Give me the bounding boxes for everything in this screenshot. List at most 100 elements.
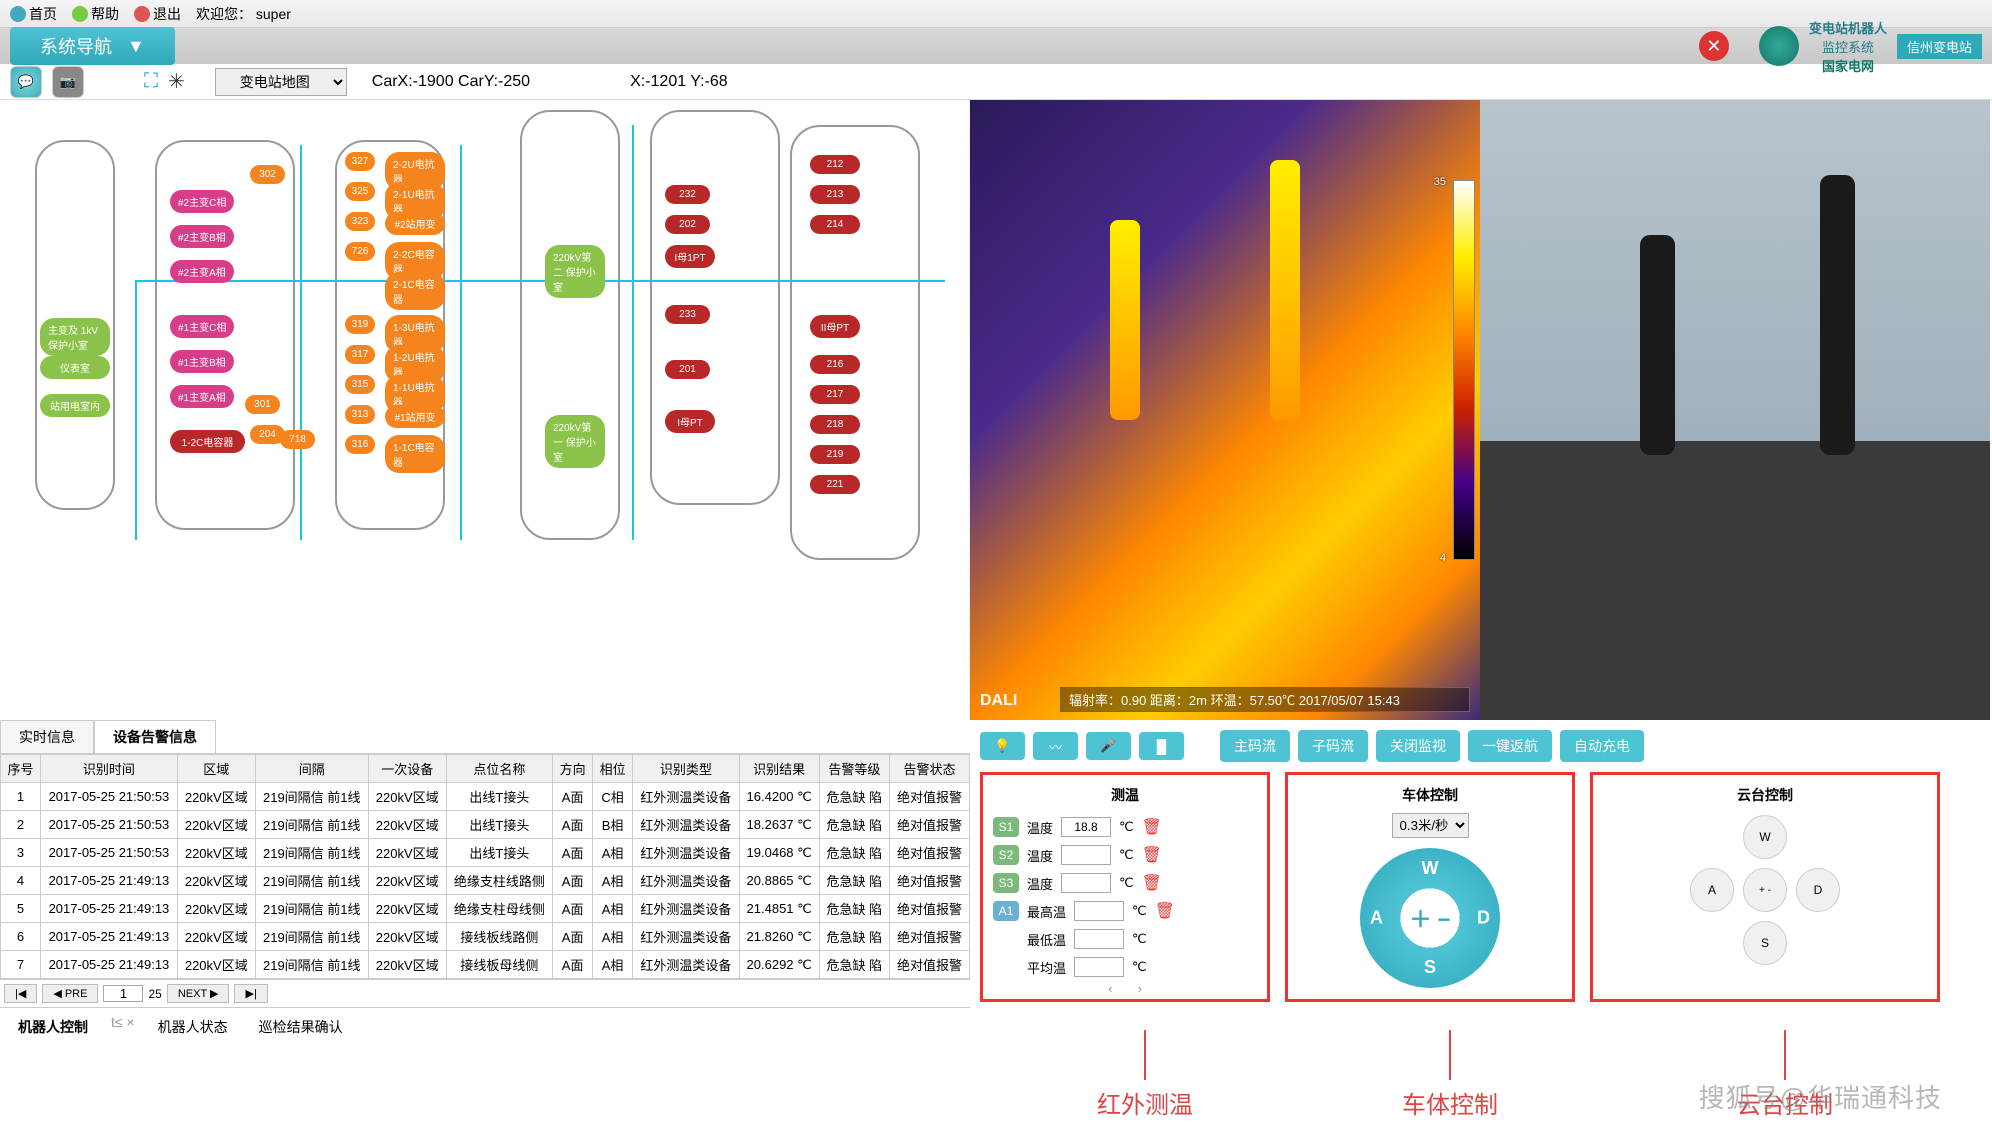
map-node[interactable]: I母PT <box>665 410 715 433</box>
map-node[interactable]: 313 <box>345 405 375 424</box>
compass-icon[interactable]: ✳ <box>168 69 185 94</box>
map-node[interactable]: 323 <box>345 212 375 231</box>
close-button[interactable]: ✕ <box>1699 31 1729 61</box>
map-node[interactable]: 317 <box>345 345 375 364</box>
del-s1[interactable]: 🗑 <box>1142 817 1162 837</box>
wiper-icon[interactable]: 〰 <box>1033 732 1078 760</box>
ptz-up[interactable]: W <box>1743 815 1787 859</box>
map-node[interactable]: 仪表室 <box>40 356 110 379</box>
temp-avg[interactable] <box>1074 957 1124 977</box>
map-node[interactable]: #2主变C相 <box>170 190 234 213</box>
map-node[interactable]: 315 <box>345 375 375 394</box>
page-prev[interactable]: ◀ PRE <box>42 984 98 1003</box>
map-node[interactable]: 2-1C电容器 <box>385 272 445 310</box>
map-node[interactable]: 214 <box>810 215 860 234</box>
map-node[interactable]: 216 <box>810 355 860 374</box>
tool-bubble[interactable]: 💬 <box>10 66 42 98</box>
tool-camera[interactable]: 📷 <box>52 66 84 98</box>
map-node[interactable]: 319 <box>345 315 375 334</box>
map-node[interactable]: 316 <box>345 435 375 454</box>
table-row[interactable]: 42017-05-25 21:49:13220kV区域219间隔信 前1线220… <box>1 867 970 895</box>
map-node[interactable]: 217 <box>810 385 860 404</box>
speed-select[interactable]: 0.3米/秒 <box>1392 813 1469 838</box>
station-map[interactable]: 主变及 1kV 保护小室仪表室站用电室内 #2主变C相 #2主变B相 #2主变A相 #1… <box>0 100 970 720</box>
btab-confirm[interactable]: 巡检结果确认 <box>251 1014 351 1040</box>
thermal-view[interactable]: 35 4 DALI 辐射率：0.90 距离：2m 环温：57.50℃ 2017/… <box>970 100 1480 720</box>
map-node[interactable]: #2主变A相 <box>170 260 234 283</box>
del-s3[interactable]: 🗑 <box>1142 873 1162 893</box>
map-node[interactable]: 213 <box>810 185 860 204</box>
temp-min[interactable] <box>1074 929 1124 949</box>
btab-robot-status[interactable]: 机器人状态 <box>150 1014 236 1040</box>
menu-home[interactable]: 首页 <box>10 4 57 24</box>
map-node[interactable]: 站用电室内 <box>40 394 110 417</box>
table-row[interactable]: 32017-05-25 21:50:53220kV区域219间隔信 前1线220… <box>1 839 970 867</box>
system-nav-button[interactable]: 系统导航▼ <box>10 27 175 65</box>
map-node[interactable]: 232 <box>665 185 710 204</box>
map-node[interactable]: 325 <box>345 182 375 201</box>
temp-s3[interactable] <box>1061 873 1111 893</box>
tab-alarm[interactable]: 设备告警信息 <box>94 720 216 753</box>
btab-robot-ctrl[interactable]: 机器人控制 <box>10 1014 96 1040</box>
ptz-left[interactable]: A <box>1690 868 1734 912</box>
page-first[interactable]: |◀ <box>4 984 37 1003</box>
map-node[interactable]: #1主变B相 <box>170 350 234 373</box>
table-row[interactable]: 62017-05-25 21:49:13220kV区域219间隔信 前1线220… <box>1 923 970 951</box>
temp-s2[interactable] <box>1061 845 1111 865</box>
map-select[interactable]: 变电站地图 <box>215 68 347 96</box>
ptz-right[interactable]: D <box>1796 868 1840 912</box>
btn-return-home[interactable]: 一键返航 <box>1468 730 1552 762</box>
map-node[interactable]: 220kV第一 保护小室 <box>545 415 605 468</box>
page-next[interactable]: NEXT ▶ <box>167 984 230 1003</box>
btn-auto-charge[interactable]: 自动充电 <box>1560 730 1644 762</box>
map-node[interactable]: 233 <box>665 305 710 324</box>
visible-view[interactable] <box>1480 100 1990 720</box>
light-icon[interactable]: 💡 <box>980 732 1025 760</box>
del-a1[interactable]: 🗑 <box>1155 901 1175 921</box>
map-node[interactable]: 220kV第二 保护小室 <box>545 245 605 298</box>
btn-main-stream[interactable]: 主码流 <box>1220 730 1290 762</box>
table-row[interactable]: 72017-05-25 21:49:13220kV区域219间隔信 前1线220… <box>1 951 970 979</box>
map-node[interactable]: I母1PT <box>665 245 715 268</box>
map-node[interactable]: 301 <box>245 395 280 414</box>
map-node[interactable]: 1-1C电容器 <box>385 435 445 473</box>
btn-close-view[interactable]: 关闭监视 <box>1376 730 1460 762</box>
menu-help[interactable]: 帮助 <box>72 4 119 24</box>
map-node[interactable]: 327 <box>345 152 375 171</box>
temp-s1[interactable] <box>1061 817 1111 837</box>
map-node[interactable]: 1-2C电容器 <box>170 430 245 453</box>
map-node[interactable]: 718 <box>280 430 315 449</box>
temp-max[interactable] <box>1074 901 1124 921</box>
map-node[interactable]: 302 <box>250 165 285 184</box>
map-node[interactable]: 726 <box>345 242 375 261</box>
ptz-center[interactable]: + - <box>1743 868 1787 912</box>
table-row[interactable]: 52017-05-25 21:49:13220kV区域219间隔信 前1线220… <box>1 895 970 923</box>
ptz-down[interactable]: S <box>1743 921 1787 965</box>
page-input[interactable] <box>103 985 143 1002</box>
map-node[interactable]: #1主变C相 <box>170 315 234 338</box>
map-node[interactable]: II母PT <box>810 315 860 338</box>
map-node[interactable]: 主变及 1kV 保护小室 <box>40 318 110 356</box>
map-node[interactable]: 202 <box>665 215 710 234</box>
map-node[interactable]: #2站用变 <box>385 212 445 235</box>
map-node[interactable]: 219 <box>810 445 860 464</box>
del-s2[interactable]: 🗑 <box>1142 845 1162 865</box>
btn-sub-stream[interactable]: 子码流 <box>1298 730 1368 762</box>
map-node[interactable]: 218 <box>810 415 860 434</box>
expand-icon[interactable]: ⛶ <box>144 70 158 93</box>
table-row[interactable]: 22017-05-25 21:50:53220kV区域219间隔信 前1线220… <box>1 811 970 839</box>
map-node[interactable]: 201 <box>665 360 710 379</box>
col-header: 识别结果 <box>739 755 819 783</box>
table-row[interactable]: 12017-05-25 21:50:53220kV区域219间隔信 前1线220… <box>1 783 970 811</box>
tab-realtime[interactable]: 实时信息 <box>0 720 94 753</box>
page-last[interactable]: ▶| <box>234 984 267 1003</box>
camera-icon[interactable]: ▐▌ <box>1139 732 1184 760</box>
map-node[interactable]: 221 <box>810 475 860 494</box>
map-node[interactable]: #2主变B相 <box>170 225 234 248</box>
map-node[interactable]: #1站用变 <box>385 405 445 428</box>
mic-icon[interactable]: 🎤 <box>1086 732 1131 760</box>
map-node[interactable]: 212 <box>810 155 860 174</box>
map-node[interactable]: #1主变A相 <box>170 385 234 408</box>
menu-exit[interactable]: 退出 <box>134 4 181 24</box>
body-dpad[interactable]: W S A D ＋ − <box>1360 848 1500 988</box>
